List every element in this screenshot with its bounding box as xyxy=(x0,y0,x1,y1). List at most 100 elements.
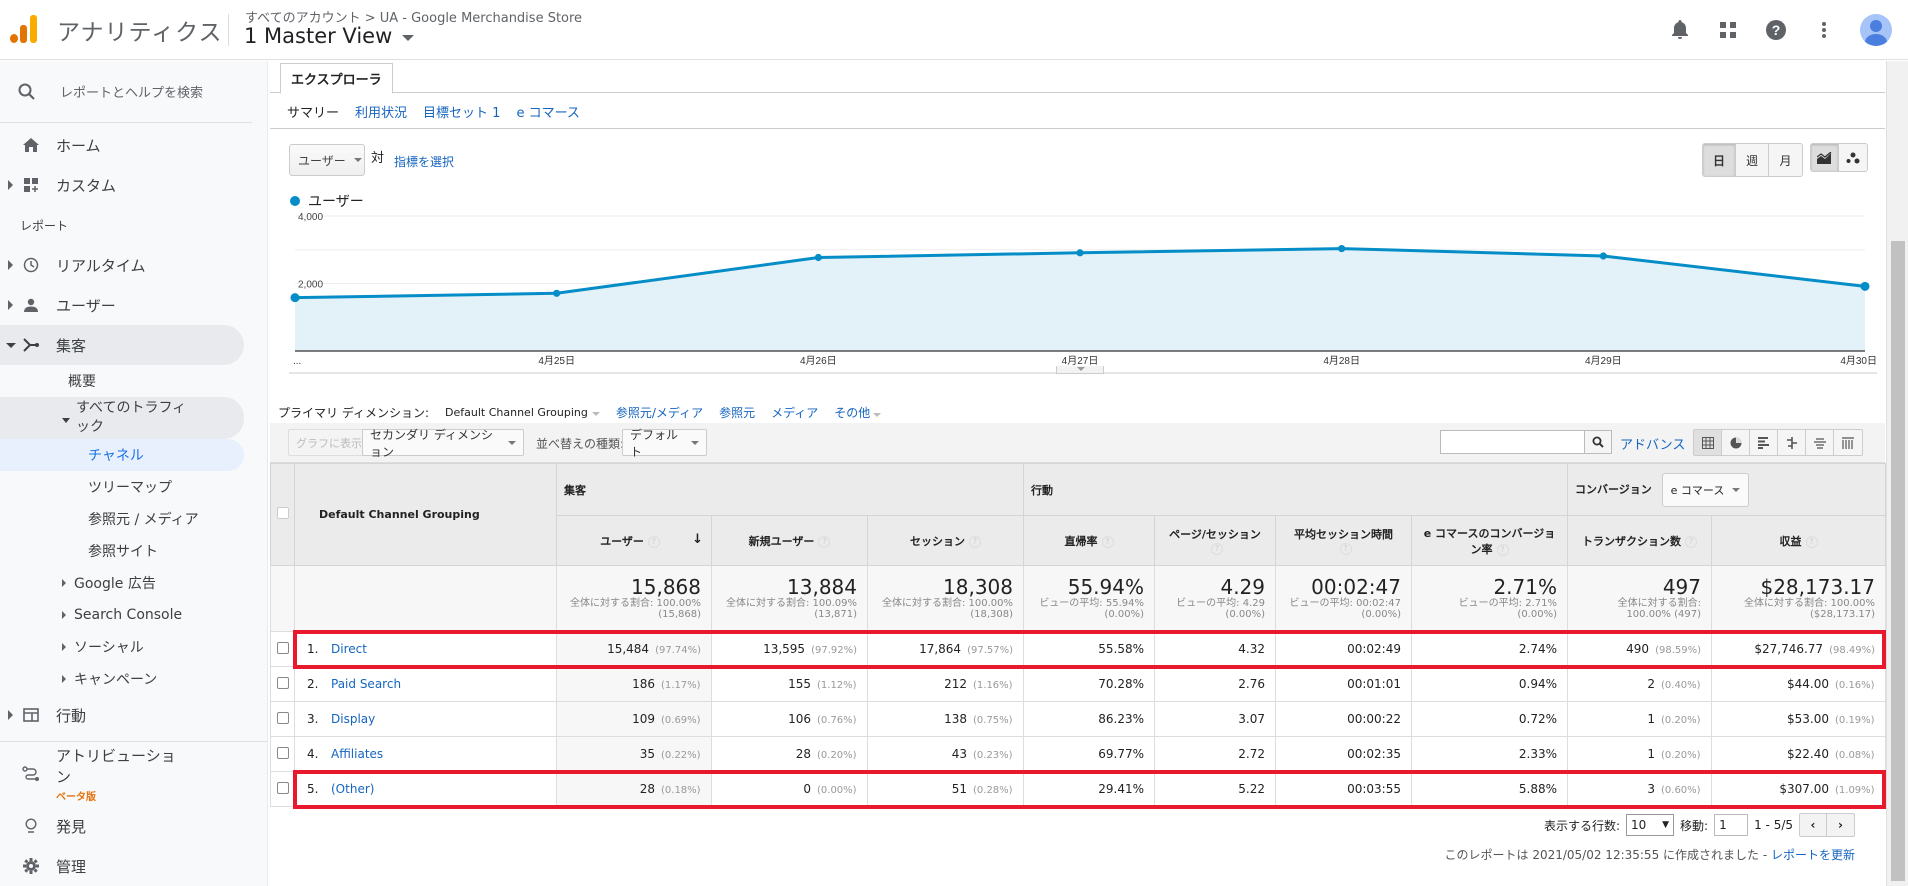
period-day-button[interactable]: 日 xyxy=(1703,144,1736,176)
sidebar-item-campaigns[interactable]: キャンペーン xyxy=(0,663,267,695)
sort-type-select[interactable]: デフォルト xyxy=(622,428,707,459)
sidebar-item-all-traffic[interactable]: すべてのトラフィック xyxy=(0,397,244,439)
motion-chart-icon[interactable] xyxy=(1839,144,1867,171)
next-page-icon[interactable]: › xyxy=(1827,814,1854,836)
col-header-bounce-rate[interactable]: 直帰率? xyxy=(1023,515,1155,566)
sidebar-item-social[interactable]: ソーシャル xyxy=(0,631,267,663)
col-header-revenue[interactable]: 収益? xyxy=(1711,515,1886,566)
select-all-checkbox[interactable] xyxy=(276,507,289,519)
period-month-button[interactable]: 月 xyxy=(1769,144,1802,176)
prev-page-icon[interactable]: ‹ xyxy=(1800,814,1827,836)
table-search-button[interactable] xyxy=(1584,430,1612,454)
channel-link[interactable]: (Other) xyxy=(331,782,374,796)
account-avatar[interactable] xyxy=(1860,14,1892,46)
sidebar-item-channels[interactable]: チャネル xyxy=(0,439,244,471)
cell-transactions: 2 (0.40%) xyxy=(1567,666,1712,702)
bell-icon[interactable] xyxy=(1668,18,1692,42)
pie-view-icon[interactable] xyxy=(1722,430,1750,455)
more-vert-icon[interactable] xyxy=(1812,18,1836,42)
row-checkbox[interactable] xyxy=(276,746,289,759)
sidebar-item-attribution[interactable]: アトリビューション ベータ版 xyxy=(0,742,267,806)
channel-link[interactable]: Paid Search xyxy=(331,677,401,691)
help-icon[interactable]: ? xyxy=(969,535,981,548)
help-icon[interactable]: ? xyxy=(1685,535,1697,548)
dimension-option-other[interactable]: その他 xyxy=(834,404,882,421)
primary-dimension-current[interactable]: Default Channel Grouping xyxy=(445,406,600,419)
sidebar-item-treemap[interactable]: ツリーマップ xyxy=(0,471,267,503)
help-icon[interactable]: ? xyxy=(1339,543,1352,555)
plot-rows-button[interactable]: グラフに表示 xyxy=(288,429,370,456)
dimension-option-medium[interactable]: メディア xyxy=(771,404,818,421)
row-checkbox[interactable] xyxy=(276,711,289,724)
dimension-option-source-medium[interactable]: 参照元/メディア xyxy=(616,404,703,421)
subtab-summary[interactable]: サマリー xyxy=(287,102,339,121)
secondary-dimension-select[interactable]: セカンダリ ディメンション xyxy=(362,428,524,459)
sidebar-item-overview[interactable]: 概要 xyxy=(0,365,267,397)
row-checkbox[interactable] xyxy=(276,781,289,794)
scrollbar-thumb[interactable] xyxy=(1891,241,1905,881)
conversion-type-select[interactable]: e コマース xyxy=(1661,472,1750,507)
subtab-ecommerce[interactable]: e コマース xyxy=(516,102,579,121)
sidebar-item-custom[interactable]: カスタム xyxy=(0,165,267,205)
apps-icon[interactable] xyxy=(1716,18,1740,42)
sidebar-item-referrals[interactable]: 参照サイト xyxy=(0,535,267,567)
total-value: 2.71% xyxy=(1493,575,1557,599)
metric-select[interactable]: ユーザー xyxy=(289,144,365,176)
row-checkbox[interactable] xyxy=(276,641,289,654)
explorer-subtabs: サマリー 利用状況 目標セット 1 e コマース xyxy=(270,94,1885,129)
help-icon[interactable]: ? xyxy=(818,535,831,548)
help-icon[interactable]: ? xyxy=(1764,18,1788,42)
cell-ecommerce-conversion-rate: 5.88% xyxy=(1411,771,1568,807)
line-chart-icon[interactable] xyxy=(1811,144,1839,171)
sidebar-item-discover[interactable]: 発見 xyxy=(0,806,267,846)
cell-ecommerce-conversion-rate: 2.74% xyxy=(1411,631,1568,667)
dimension-header[interactable]: Default Channel Grouping xyxy=(294,463,557,566)
help-icon[interactable]: ? xyxy=(1211,543,1223,555)
sidebar-item-realtime[interactable]: リアルタイム xyxy=(0,245,267,285)
tab-explorer[interactable]: エクスプローラ xyxy=(280,63,393,94)
period-week-button[interactable]: 週 xyxy=(1736,144,1769,176)
col-header-users[interactable]: ユーザー? ↓ xyxy=(556,515,712,566)
subtab-goal-set-1[interactable]: 目標セット 1 xyxy=(423,102,500,121)
select-metric-link[interactable]: 指標を選択 xyxy=(394,153,454,170)
row-checkbox[interactable] xyxy=(276,676,289,689)
sidebar-search[interactable]: レポートとヘルプを検索 xyxy=(0,61,252,123)
dimension-option-source[interactable]: 参照元 xyxy=(719,404,755,421)
refresh-report-link[interactable]: レポートを更新 xyxy=(1771,848,1855,862)
pivot-view-icon[interactable] xyxy=(1834,430,1862,455)
bar-view-icon[interactable] xyxy=(1750,430,1778,455)
sidebar-item-google-ads[interactable]: Google 広告 xyxy=(0,567,267,599)
sidebar-item-label: ホーム xyxy=(56,136,101,155)
table-search-input[interactable] xyxy=(1440,430,1585,454)
sidebar-item-acquisition[interactable]: 集客 xyxy=(0,325,244,365)
sidebar-item-home[interactable]: ホーム xyxy=(0,125,267,165)
help-icon[interactable]: ? xyxy=(1101,535,1114,548)
channel-link[interactable]: Display xyxy=(331,712,375,726)
sidebar-item-search-console[interactable]: Search Console xyxy=(0,599,267,631)
sidebar-item-admin[interactable]: 管理 xyxy=(0,846,267,886)
subtab-site-usage[interactable]: 利用状況 xyxy=(355,102,407,121)
col-header-ecommerce-conversion-rate[interactable]: e コマースのコンバージョン率? xyxy=(1411,515,1568,566)
help-icon[interactable]: ? xyxy=(647,535,660,548)
main-scrollbar[interactable] xyxy=(1886,61,1908,886)
view-selector[interactable]: 1 Master View xyxy=(244,24,415,48)
help-icon[interactable]: ? xyxy=(1805,535,1818,548)
goto-page-input[interactable]: 1 xyxy=(1714,814,1749,836)
advanced-filter-link[interactable]: アドバンス xyxy=(1620,434,1685,453)
col-header-pages-per-session[interactable]: ページ/セッション? xyxy=(1154,515,1276,566)
sidebar-item-behavior[interactable]: 行動 xyxy=(0,695,267,735)
help-icon[interactable]: ? xyxy=(1496,543,1509,556)
col-header-new-users[interactable]: 新規ユーザー? xyxy=(711,515,868,566)
col-header-sessions[interactable]: セッション? xyxy=(867,515,1024,566)
chart-collapse-handle[interactable] xyxy=(1056,366,1104,374)
comparison-view-icon[interactable] xyxy=(1778,430,1806,455)
sidebar-item-users[interactable]: ユーザー xyxy=(0,285,267,325)
channel-link[interactable]: Direct xyxy=(331,642,367,656)
rows-per-page-select[interactable]: 10 ▼ xyxy=(1626,814,1675,836)
col-header-transactions[interactable]: トランザクション数? xyxy=(1567,515,1712,566)
sidebar-item-source-medium[interactable]: 参照元 / メディア xyxy=(0,503,267,535)
term-cloud-view-icon[interactable] xyxy=(1806,430,1834,455)
table-view-icon[interactable] xyxy=(1694,430,1722,455)
col-header-avg-session-duration[interactable]: 平均セッション時間? xyxy=(1275,515,1412,566)
channel-link[interactable]: Affiliates xyxy=(331,747,383,761)
